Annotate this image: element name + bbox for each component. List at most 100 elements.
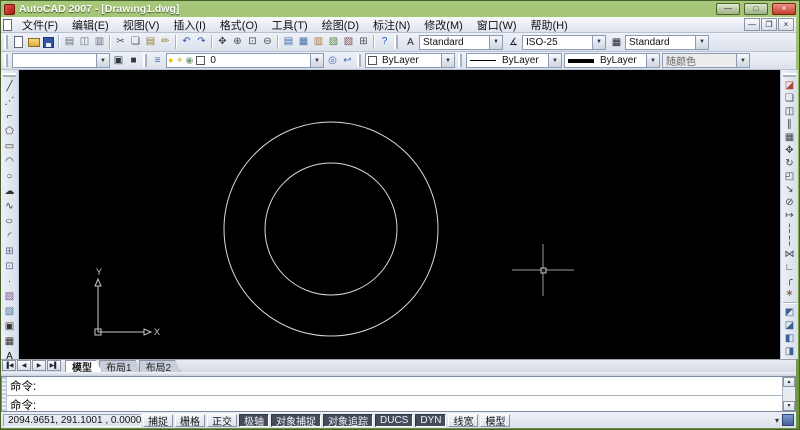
workspace-combo[interactable]: ▼ bbox=[12, 53, 110, 68]
copy-object-icon[interactable]: ❏ bbox=[782, 92, 798, 105]
publish-icon[interactable]: ▥ bbox=[92, 35, 107, 50]
spline-icon[interactable]: ∿ bbox=[2, 199, 18, 214]
scale-icon[interactable]: ◰ bbox=[782, 170, 798, 183]
menu-item[interactable]: 视图(V) bbox=[116, 17, 167, 32]
construction-line-icon[interactable]: ⋰ bbox=[2, 94, 18, 109]
maximize-button[interactable]: □ bbox=[744, 3, 768, 15]
my-workspace-icon[interactable]: ■ bbox=[126, 53, 141, 68]
pan-icon[interactable]: ✥ bbox=[215, 35, 230, 50]
toolbar-grip[interactable] bbox=[783, 73, 797, 77]
toolbar-grip[interactable] bbox=[4, 54, 8, 68]
open-icon[interactable] bbox=[26, 35, 41, 50]
mdi-close-button[interactable]: × bbox=[778, 18, 794, 31]
tab-nav-button[interactable]: ▶ bbox=[32, 360, 46, 371]
menu-item[interactable]: 文件(F) bbox=[15, 17, 65, 32]
toolbar-grip[interactable] bbox=[458, 54, 462, 68]
circle-icon[interactable]: ○ bbox=[2, 169, 18, 184]
layer-properties-manager-icon[interactable]: ≡ bbox=[150, 53, 165, 68]
menu-item[interactable]: 帮助(H) bbox=[524, 17, 575, 32]
tab-nav-button[interactable]: ▐◀ bbox=[2, 360, 16, 371]
layout-tab-模型[interactable]: 模型 bbox=[65, 360, 102, 372]
sheetset-manager-icon[interactable]: ▧ bbox=[326, 35, 341, 50]
chamfer-icon[interactable]: ∟ bbox=[782, 261, 798, 274]
tab-nav-button[interactable]: ◀ bbox=[17, 360, 31, 371]
command-scrollbar[interactable]: ▲ ▼ bbox=[782, 377, 795, 411]
status-toggle-正交[interactable]: 正交 bbox=[207, 414, 237, 427]
chevron-down-icon[interactable]: ▼ bbox=[548, 54, 561, 67]
drawing-canvas[interactable]: XY bbox=[19, 70, 780, 359]
mdi-restore-button[interactable]: ❐ bbox=[761, 18, 777, 31]
match-properties-icon[interactable]: ✏ bbox=[158, 35, 173, 50]
arc-icon[interactable]: ◠ bbox=[2, 154, 18, 169]
status-tray-arrow-icon[interactable]: ▾ bbox=[775, 416, 779, 425]
menu-item[interactable]: 插入(I) bbox=[166, 17, 212, 32]
table-style-combo[interactable]: Standard ▼ bbox=[625, 35, 709, 50]
scroll-down-icon[interactable]: ▼ bbox=[783, 401, 795, 411]
chevron-down-icon[interactable]: ▼ bbox=[592, 36, 605, 49]
trim-icon[interactable]: ⊘ bbox=[782, 196, 798, 209]
extend-icon[interactable]: ↦ bbox=[782, 209, 798, 222]
region-icon[interactable]: ▣ bbox=[2, 319, 18, 334]
make-block-icon[interactable]: ⊡ bbox=[2, 259, 18, 274]
array-icon[interactable]: ▦ bbox=[782, 131, 798, 144]
qnew-icon[interactable] bbox=[11, 35, 26, 50]
menu-item[interactable]: 编辑(E) bbox=[65, 17, 116, 32]
tab-nav-button[interactable]: ▶▌ bbox=[47, 360, 61, 371]
linetype-combo[interactable]: ByLayer ▼ bbox=[466, 53, 562, 68]
explode-icon[interactable]: ∗ bbox=[782, 287, 798, 300]
zoom-realtime-icon[interactable]: ⊕ bbox=[230, 35, 245, 50]
status-toggle-捕捉[interactable]: 捕捉 bbox=[143, 414, 173, 427]
send-under-objects-icon[interactable]: ◨ bbox=[782, 345, 798, 358]
menu-item[interactable]: 绘图(D) bbox=[315, 17, 366, 32]
chevron-down-icon[interactable]: ▼ bbox=[310, 54, 323, 67]
erase-icon[interactable]: ◪ bbox=[782, 79, 798, 92]
chevron-down-icon[interactable]: ▼ bbox=[441, 54, 454, 67]
hatch-icon[interactable]: ▨ bbox=[2, 289, 18, 304]
cut-icon[interactable]: ✂ bbox=[113, 35, 128, 50]
ellipse-arc-icon[interactable]: ◜ bbox=[2, 229, 18, 244]
layer-previous-icon[interactable]: ↩ bbox=[340, 53, 355, 68]
rectangle-icon[interactable]: ▭ bbox=[2, 139, 18, 154]
menu-item[interactable]: 窗口(W) bbox=[470, 17, 524, 32]
status-toggle-极轴[interactable]: 极轴 bbox=[239, 414, 269, 427]
send-to-back-icon[interactable]: ◪ bbox=[782, 319, 798, 332]
menu-item[interactable]: 格式(O) bbox=[213, 17, 265, 32]
zoom-window-icon[interactable]: ⊡ bbox=[245, 35, 260, 50]
redo-icon[interactable]: ↷ bbox=[194, 35, 209, 50]
save-icon[interactable] bbox=[41, 35, 56, 50]
minimize-button[interactable]: — bbox=[716, 3, 740, 15]
mdi-minimize-button[interactable]: — bbox=[744, 18, 760, 31]
plot-preview-icon[interactable]: ◫ bbox=[77, 35, 92, 50]
zoom-previous-icon[interactable]: ⊖ bbox=[260, 35, 275, 50]
menu-item[interactable]: 修改(M) bbox=[417, 17, 470, 32]
dim-style-combo[interactable]: ISO-25 ▼ bbox=[522, 35, 606, 50]
undo-icon[interactable]: ↶ bbox=[179, 35, 194, 50]
chevron-down-icon[interactable]: ▼ bbox=[695, 36, 708, 49]
chevron-down-icon[interactable]: ▼ bbox=[96, 54, 109, 67]
toolbar-grip[interactable] bbox=[3, 73, 17, 77]
status-toggle-栅格[interactable]: 栅格 bbox=[175, 414, 205, 427]
stretch-icon[interactable]: ↘ bbox=[782, 183, 798, 196]
rotate-icon[interactable]: ↻ bbox=[782, 157, 798, 170]
layout-tab-布局2[interactable]: 布局2 bbox=[139, 360, 182, 372]
menu-item[interactable]: 标注(N) bbox=[366, 17, 417, 32]
bring-to-front-icon[interactable]: ◩ bbox=[782, 306, 798, 319]
copy-icon[interactable]: ❏ bbox=[128, 35, 143, 50]
fillet-icon[interactable]: ╭ bbox=[782, 274, 798, 287]
menu-item[interactable]: 工具(T) bbox=[265, 17, 315, 32]
markup-manager-icon[interactable]: ▨ bbox=[341, 35, 356, 50]
coordinates-display[interactable]: 2094.9651, 291.1001 , 0.0000 bbox=[3, 414, 141, 427]
break-at-point-icon[interactable]: ¦ bbox=[782, 222, 798, 235]
gradient-icon[interactable]: ▧ bbox=[2, 304, 18, 319]
chevron-down-icon[interactable]: ▼ bbox=[646, 54, 659, 67]
status-toggle-线宽[interactable]: 线宽 bbox=[448, 414, 478, 427]
toolbar-grip[interactable] bbox=[143, 54, 147, 68]
layer-combo[interactable]: ● ☀ ◉ 0 ▼ bbox=[166, 53, 324, 68]
plot-icon[interactable]: ▤ bbox=[62, 35, 77, 50]
help-icon[interactable]: ? bbox=[377, 35, 392, 50]
status-tray-icon[interactable] bbox=[782, 414, 794, 426]
ellipse-icon[interactable]: ○ bbox=[2, 214, 18, 229]
scroll-up-icon[interactable]: ▲ bbox=[783, 377, 795, 387]
paste-icon[interactable]: ▤ bbox=[143, 35, 158, 50]
point-icon[interactable]: ∙ bbox=[2, 274, 18, 289]
